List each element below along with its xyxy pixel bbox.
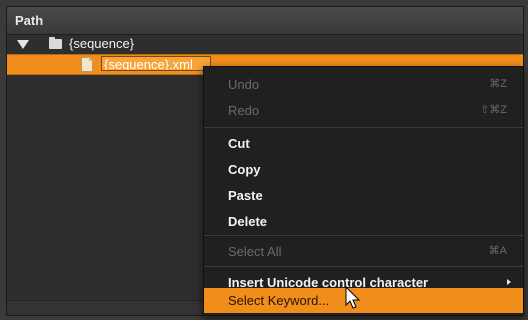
menu-separator [204,235,523,236]
menu-item-paste[interactable]: Paste [204,183,523,207]
menu-item-label: Select Keyword... [228,293,330,308]
menu-separator [204,127,523,128]
menu-item-label: Paste [228,187,263,203]
menu-item-shortcut: ⌘A [488,245,507,257]
menu-item-select-all[interactable]: Select All ⌘A [204,239,523,263]
panel-header: Path [7,7,523,35]
menu-item-label: Cut [228,135,250,151]
menu-item-shortcut: ⌘Z [489,78,507,90]
disclosure-triangle-icon[interactable] [17,40,29,49]
tree-row-folder[interactable]: {sequence} [7,35,523,54]
menu-item-label: Redo [228,102,260,118]
menu-item-undo[interactable]: Undo ⌘Z [204,72,523,96]
menu-item-delete[interactable]: Delete [204,209,523,233]
menu-item-label: Copy [228,161,261,177]
file-name-edit-field[interactable]: {sequence}.xml [101,56,211,71]
folder-icon [49,37,62,49]
menu-item-redo[interactable]: Redo ⇧⌘Z [204,98,523,122]
menu-separator [204,266,523,267]
context-menu: Undo ⌘Z Redo ⇧⌘Z Cut Copy Paste Delete S… [203,66,524,316]
submenu-arrow-icon [507,279,511,285]
menu-item-copy[interactable]: Copy [204,157,523,181]
folder-label: {sequence} [69,36,135,51]
menu-item-label: Undo [228,76,260,92]
menu-item-shortcut: ⇧⌘Z [480,104,507,116]
panel-title: Path [15,13,44,28]
mouse-pointer-icon [345,286,361,309]
menu-item-label: Select All [228,243,282,259]
menu-item-cut[interactable]: Cut [204,131,523,155]
document-icon [81,57,93,72]
menu-item-label: Delete [228,213,268,229]
menu-item-select-keyword[interactable]: Select Keyword... [204,288,523,313]
